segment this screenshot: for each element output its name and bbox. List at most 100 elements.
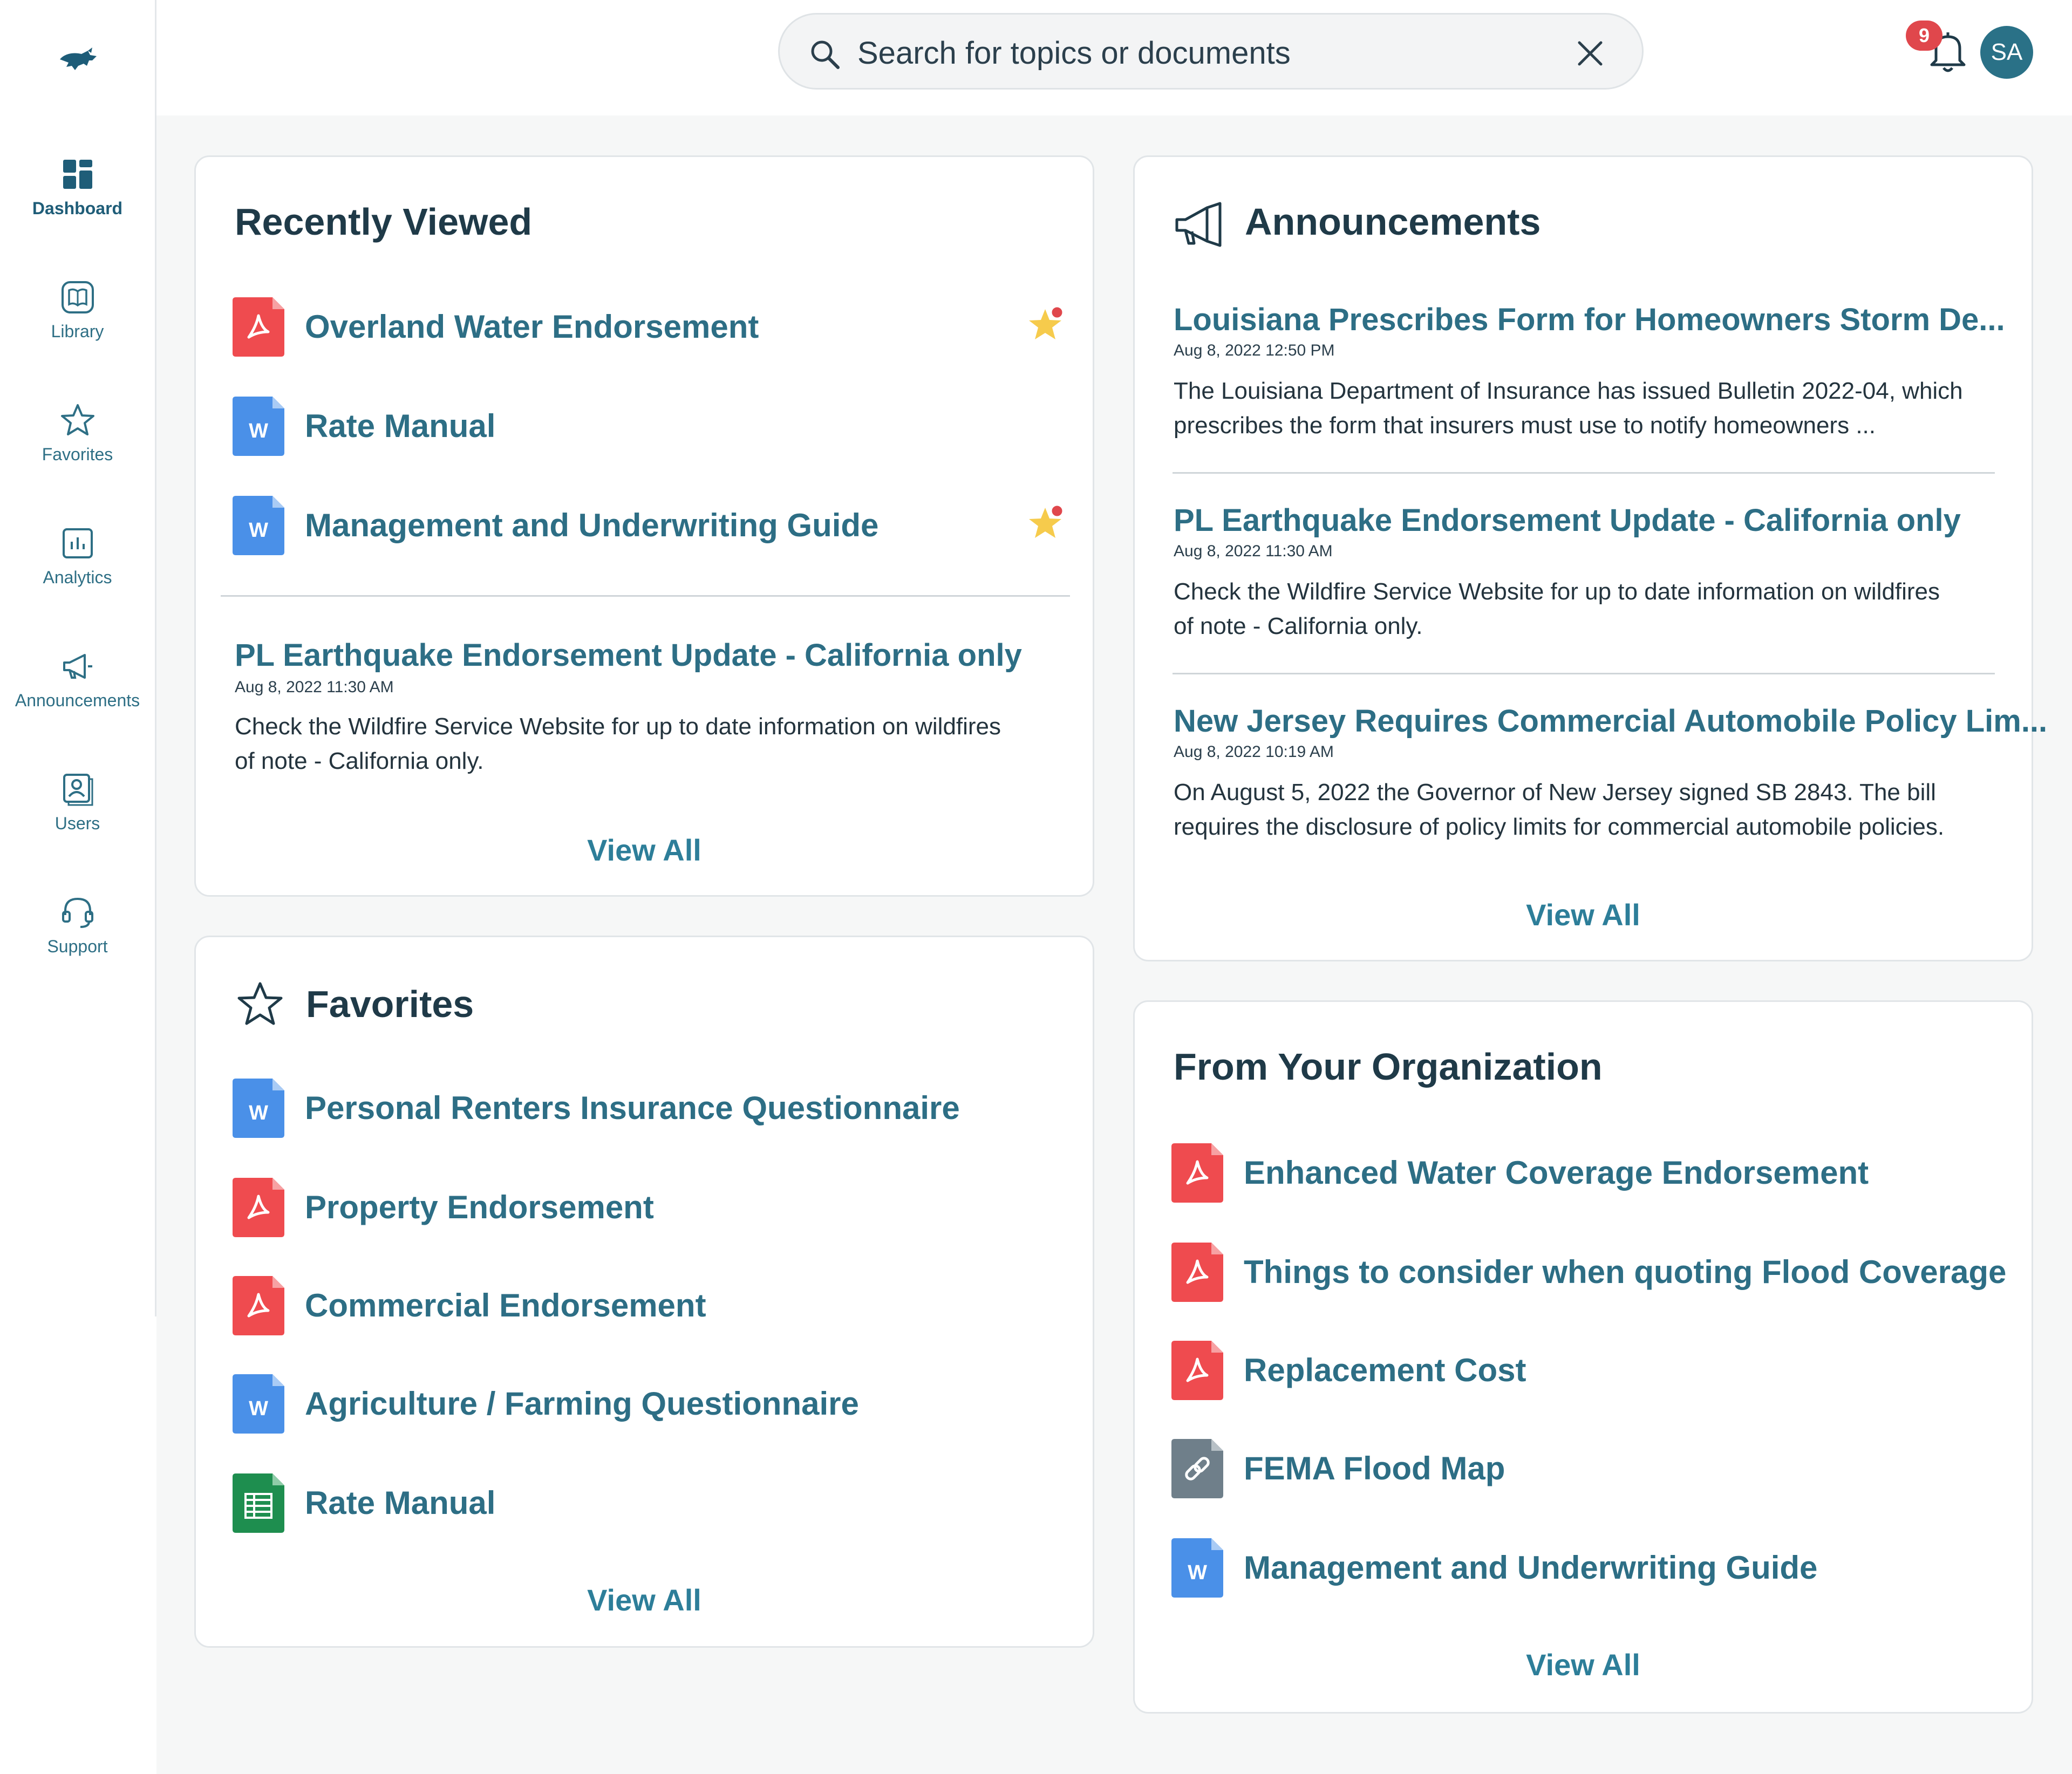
recently-viewed-view-all-link[interactable]: View All [196, 833, 1093, 868]
recent-doc-row[interactable]: W Rate Manual [233, 397, 1074, 456]
org-doc-label[interactable]: Things to consider when quoting Flood Co… [1244, 1253, 2006, 1291]
org-doc-label[interactable]: Replacement Cost [1244, 1352, 1526, 1389]
announcement-title-link[interactable]: PL Earthquake Endorsement Update - Calif… [235, 637, 1022, 673]
announcement-date: Aug 8, 2022 10:19 AM [1174, 743, 1334, 761]
pdf-file-icon [1171, 1143, 1223, 1203]
sidebar-bottom [0, 1316, 156, 1774]
search-input[interactable]: Search for topics or documents [778, 13, 1644, 90]
svg-text:W: W [249, 1102, 268, 1124]
analytics-icon [62, 528, 93, 558]
nav-support[interactable]: Support [0, 895, 155, 957]
announcements-card: Announcements Louisiana Prescribes Form … [1133, 155, 2047, 961]
org-doc-row[interactable]: Replacement Cost [1171, 1341, 2013, 1400]
favorite-star-icon[interactable] [1027, 304, 1068, 345]
users-icon [63, 774, 93, 806]
announcement-body-line: requires the disclosure of policy limits… [1174, 814, 1945, 840]
favorite-star-icon[interactable] [1027, 502, 1068, 543]
announcements-view-all-link[interactable]: View All [1135, 897, 2032, 932]
favorite-doc-label[interactable]: Agriculture / Farming Questionnaire [305, 1385, 859, 1422]
org-doc-row[interactable]: Enhanced Water Coverage Endorsement [1171, 1143, 2013, 1203]
word-file-icon: W [233, 1079, 284, 1138]
star-icon [60, 404, 94, 435]
organization-view-all-link[interactable]: View All [1135, 1647, 2032, 1682]
word-file-icon: W [233, 397, 284, 456]
library-icon [61, 281, 94, 313]
org-doc-label[interactable]: Management and Underwriting Guide [1244, 1549, 1817, 1586]
word-file-icon: W [233, 1374, 284, 1434]
org-doc-row[interactable]: W Management and Underwriting Guide [1171, 1538, 2013, 1598]
favorite-doc-row[interactable]: Rate Manual [233, 1473, 1074, 1533]
favorite-doc-label[interactable]: Personal Renters Insurance Questionnaire [305, 1089, 960, 1127]
bull-logo-icon[interactable] [57, 44, 100, 77]
nav-users[interactable]: Users [0, 772, 155, 834]
divider [1173, 472, 1995, 474]
favorites-card: Favorites W Personal Renters Insurance Q… [194, 936, 1094, 1648]
user-avatar[interactable]: SA [1980, 26, 2033, 79]
favorites-title: Favorites [306, 983, 474, 1025]
star-icon [237, 982, 283, 1025]
announcement-date: Aug 8, 2022 11:30 AM [1174, 542, 1333, 560]
announcement-body-line: Check the Wildfire Service Website for u… [235, 713, 1001, 740]
svg-text:W: W [249, 519, 268, 542]
megaphone-icon [63, 654, 92, 679]
announcement-body-line: The Louisiana Department of Insurance ha… [1174, 378, 1963, 404]
announcement-title-link[interactable]: PL Earthquake Endorsement Update - Calif… [1174, 502, 1961, 538]
word-file-icon: W [233, 496, 284, 555]
divider [221, 595, 1070, 597]
link-file-icon [1171, 1439, 1223, 1498]
clear-search-icon[interactable] [1576, 39, 1604, 67]
org-doc-row[interactable]: FEMA Flood Map [1171, 1439, 2013, 1498]
pdf-file-icon [1171, 1243, 1223, 1302]
recent-doc-row[interactable]: W Management and Underwriting Guide [233, 496, 1074, 555]
announcement-body: The Louisiana Department of Insurance ha… [1174, 374, 2015, 443]
favorite-doc-row[interactable]: W Personal Renters Insurance Questionnai… [233, 1079, 1074, 1138]
favorite-doc-row[interactable]: Commercial Endorsement [233, 1276, 1074, 1335]
announcement-title-link[interactable]: New Jersey Requires Commercial Automobil… [1174, 703, 2047, 739]
svg-text:W: W [249, 420, 268, 442]
nav-announcements[interactable]: Announcements [0, 649, 155, 711]
word-file-icon: W [1171, 1538, 1223, 1598]
favorite-doc-label[interactable]: Commercial Endorsement [305, 1287, 706, 1324]
spreadsheet-file-icon [233, 1473, 284, 1533]
nav-announcements-label: Announcements [15, 691, 140, 710]
pdf-file-icon [1171, 1341, 1223, 1400]
organization-card: From Your Organization Enhanced Water Co… [1133, 1000, 2033, 1714]
nav-favorites[interactable]: Favorites [0, 402, 155, 465]
svg-text:W: W [1188, 1561, 1207, 1584]
favorite-doc-row[interactable]: W Agriculture / Farming Questionnaire [233, 1374, 1074, 1434]
favorite-doc-row[interactable]: Property Endorsement [233, 1178, 1074, 1237]
recent-doc-label[interactable]: Overland Water Endorsement [305, 308, 759, 345]
recent-doc-label[interactable]: Rate Manual [305, 407, 495, 445]
nav-support-label: Support [47, 937, 108, 956]
nav-dashboard-label: Dashboard [32, 199, 123, 218]
org-doc-row[interactable]: Things to consider when quoting Flood Co… [1171, 1243, 2013, 1302]
view-all-label[interactable]: View All [587, 833, 701, 867]
notification-count-badge: 9 [1906, 21, 1942, 51]
org-doc-label[interactable]: Enhanced Water Coverage Endorsement [1244, 1154, 1869, 1191]
nav-favorites-label: Favorites [42, 445, 113, 464]
recent-doc-row[interactable]: Overland Water Endorsement [233, 297, 1074, 357]
favorite-doc-label[interactable]: Rate Manual [305, 1484, 495, 1521]
nav-library[interactable]: Library [0, 279, 155, 342]
favorite-doc-label[interactable]: Property Endorsement [305, 1189, 654, 1226]
announcement-title-link[interactable]: Louisiana Prescribes Form for Homeowners… [1174, 302, 2005, 338]
headset-icon [62, 897, 93, 928]
announcement-body: Check the Wildfire Service Website for u… [235, 709, 1066, 779]
pdf-file-icon [233, 1276, 284, 1335]
announcement-body-line: of note - California only. [235, 748, 484, 774]
org-doc-label[interactable]: FEMA Flood Map [1244, 1450, 1505, 1487]
view-all-label[interactable]: View All [587, 1583, 701, 1617]
announcement-body-line: Check the Wildfire Service Website for u… [1174, 578, 1940, 605]
view-all-label[interactable]: View All [1526, 898, 1640, 932]
recent-doc-label[interactable]: Management and Underwriting Guide [305, 507, 878, 544]
megaphone-icon [1175, 202, 1222, 247]
nav-analytics[interactable]: Analytics [0, 526, 155, 588]
nav-dashboard[interactable]: Dashboard [0, 156, 155, 219]
nav-analytics-label: Analytics [43, 568, 112, 587]
view-all-label[interactable]: View All [1526, 1648, 1640, 1682]
favorites-view-all-link[interactable]: View All [196, 1582, 1093, 1618]
svg-text:W: W [249, 1397, 268, 1420]
announcement-date: Aug 8, 2022 12:50 PM [1174, 342, 1335, 359]
announcement-body-line: of note - California only. [1174, 613, 1423, 639]
nav-users-label: Users [54, 814, 100, 833]
